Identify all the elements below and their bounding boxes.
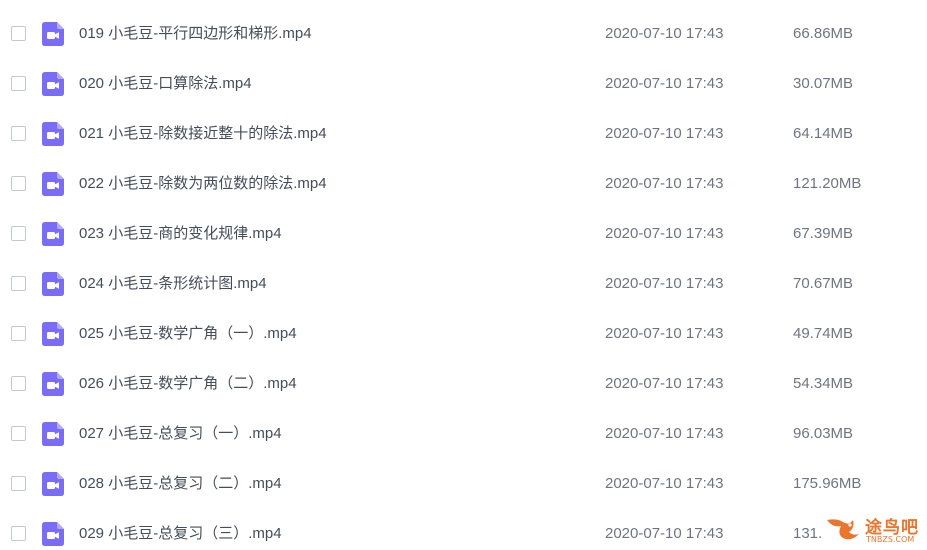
file-date: 2020-07-10 17:43 bbox=[605, 275, 724, 292]
file-date: 2020-07-10 17:43 bbox=[605, 175, 724, 192]
file-size: 131. bbox=[793, 525, 823, 542]
row-checkbox[interactable] bbox=[11, 176, 26, 191]
file-name[interactable]: 020 小毛豆-口算除法.mp4 bbox=[79, 74, 252, 94]
file-name[interactable]: 026 小毛豆-数学广角（二）.mp4 bbox=[79, 374, 297, 394]
video-file-icon bbox=[42, 72, 64, 96]
video-file-icon bbox=[42, 122, 64, 146]
file-name[interactable]: 023 小毛豆-商的变化规律.mp4 bbox=[79, 224, 282, 244]
file-size: 67.39MB bbox=[793, 225, 854, 242]
file-size: 30.07MB bbox=[793, 75, 854, 92]
file-list: 019 小毛豆-平行四边形和梯形.mp4 2020-07-10 17:43 66… bbox=[0, 0, 927, 550]
row-checkbox[interactable] bbox=[11, 226, 26, 241]
file-row[interactable]: 029 小毛豆-总复习（三）.mp4 2020-07-10 17:43 131. bbox=[0, 509, 927, 550]
file-row[interactable]: 025 小毛豆-数学广角（一）.mp4 2020-07-10 17:43 49.… bbox=[0, 309, 927, 359]
file-date: 2020-07-10 17:43 bbox=[605, 25, 724, 42]
file-row[interactable]: 021 小毛豆-除数接近整十的除法.mp4 2020-07-10 17:43 6… bbox=[0, 109, 927, 159]
file-name[interactable]: 027 小毛豆-总复习（一）.mp4 bbox=[79, 424, 282, 444]
file-name[interactable]: 025 小毛豆-数学广角（一）.mp4 bbox=[79, 324, 297, 344]
row-checkbox[interactable] bbox=[11, 326, 26, 341]
file-date: 2020-07-10 17:43 bbox=[605, 75, 724, 92]
file-date: 2020-07-10 17:43 bbox=[605, 425, 724, 442]
file-date: 2020-07-10 17:43 bbox=[605, 475, 724, 492]
file-row[interactable]: 019 小毛豆-平行四边形和梯形.mp4 2020-07-10 17:43 66… bbox=[0, 9, 927, 59]
site-watermark: 途鸟吧 TNBZS.COM bbox=[825, 510, 925, 548]
file-size: 54.34MB bbox=[793, 375, 854, 392]
video-file-icon bbox=[42, 422, 64, 446]
file-name[interactable]: 028 小毛豆-总复习（二）.mp4 bbox=[79, 474, 282, 494]
watermark-subtext: TNBZS.COM bbox=[866, 535, 915, 544]
file-name[interactable]: 022 小毛豆-除数为两位数的除法.mp4 bbox=[79, 174, 327, 194]
file-name[interactable]: 029 小毛豆-总复习（三）.mp4 bbox=[79, 524, 282, 544]
file-date: 2020-07-10 17:43 bbox=[605, 325, 724, 342]
row-checkbox[interactable] bbox=[11, 76, 26, 91]
row-checkbox[interactable] bbox=[11, 126, 26, 141]
row-checkbox[interactable] bbox=[11, 476, 26, 491]
file-name[interactable]: 021 小毛豆-除数接近整十的除法.mp4 bbox=[79, 124, 327, 144]
file-row[interactable]: 022 小毛豆-除数为两位数的除法.mp4 2020-07-10 17:43 1… bbox=[0, 159, 927, 209]
file-date: 2020-07-10 17:43 bbox=[605, 525, 724, 542]
bird-logo-icon bbox=[825, 514, 863, 549]
row-checkbox[interactable] bbox=[11, 426, 26, 441]
video-file-icon bbox=[42, 322, 64, 346]
file-name[interactable]: 024 小毛豆-条形统计图.mp4 bbox=[79, 274, 267, 294]
file-size: 49.74MB bbox=[793, 325, 854, 342]
file-row[interactable]: 024 小毛豆-条形统计图.mp4 2020-07-10 17:43 70.67… bbox=[0, 259, 927, 309]
video-file-icon bbox=[42, 22, 64, 46]
row-checkbox[interactable] bbox=[11, 526, 26, 541]
file-size: 64.14MB bbox=[793, 125, 854, 142]
file-name[interactable]: 019 小毛豆-平行四边形和梯形.mp4 bbox=[79, 24, 312, 44]
row-checkbox[interactable] bbox=[11, 276, 26, 291]
video-file-icon bbox=[42, 372, 64, 396]
file-date: 2020-07-10 17:43 bbox=[605, 375, 724, 392]
file-date: 2020-07-10 17:43 bbox=[605, 225, 724, 242]
file-row[interactable]: 026 小毛豆-数学广角（二）.mp4 2020-07-10 17:43 54.… bbox=[0, 359, 927, 409]
file-size: 66.86MB bbox=[793, 25, 854, 42]
video-file-icon bbox=[42, 472, 64, 496]
video-file-icon bbox=[42, 222, 64, 246]
file-row[interactable]: 027 小毛豆-总复习（一）.mp4 2020-07-10 17:43 96.0… bbox=[0, 409, 927, 459]
file-size: 175.96MB bbox=[793, 475, 862, 492]
file-row[interactable]: 028 小毛豆-总复习（二）.mp4 2020-07-10 17:43 175.… bbox=[0, 459, 927, 509]
file-size: 70.67MB bbox=[793, 275, 854, 292]
row-checkbox[interactable] bbox=[11, 376, 26, 391]
file-date: 2020-07-10 17:43 bbox=[605, 125, 724, 142]
row-checkbox[interactable] bbox=[11, 26, 26, 41]
file-row[interactable]: 020 小毛豆-口算除法.mp4 2020-07-10 17:43 30.07M… bbox=[0, 59, 927, 109]
video-file-icon bbox=[42, 522, 64, 546]
file-size: 96.03MB bbox=[793, 425, 854, 442]
video-file-icon bbox=[42, 272, 64, 296]
video-file-icon bbox=[42, 172, 64, 196]
file-size: 121.20MB bbox=[793, 175, 862, 192]
file-row[interactable]: 023 小毛豆-商的变化规律.mp4 2020-07-10 17:43 67.3… bbox=[0, 209, 927, 259]
